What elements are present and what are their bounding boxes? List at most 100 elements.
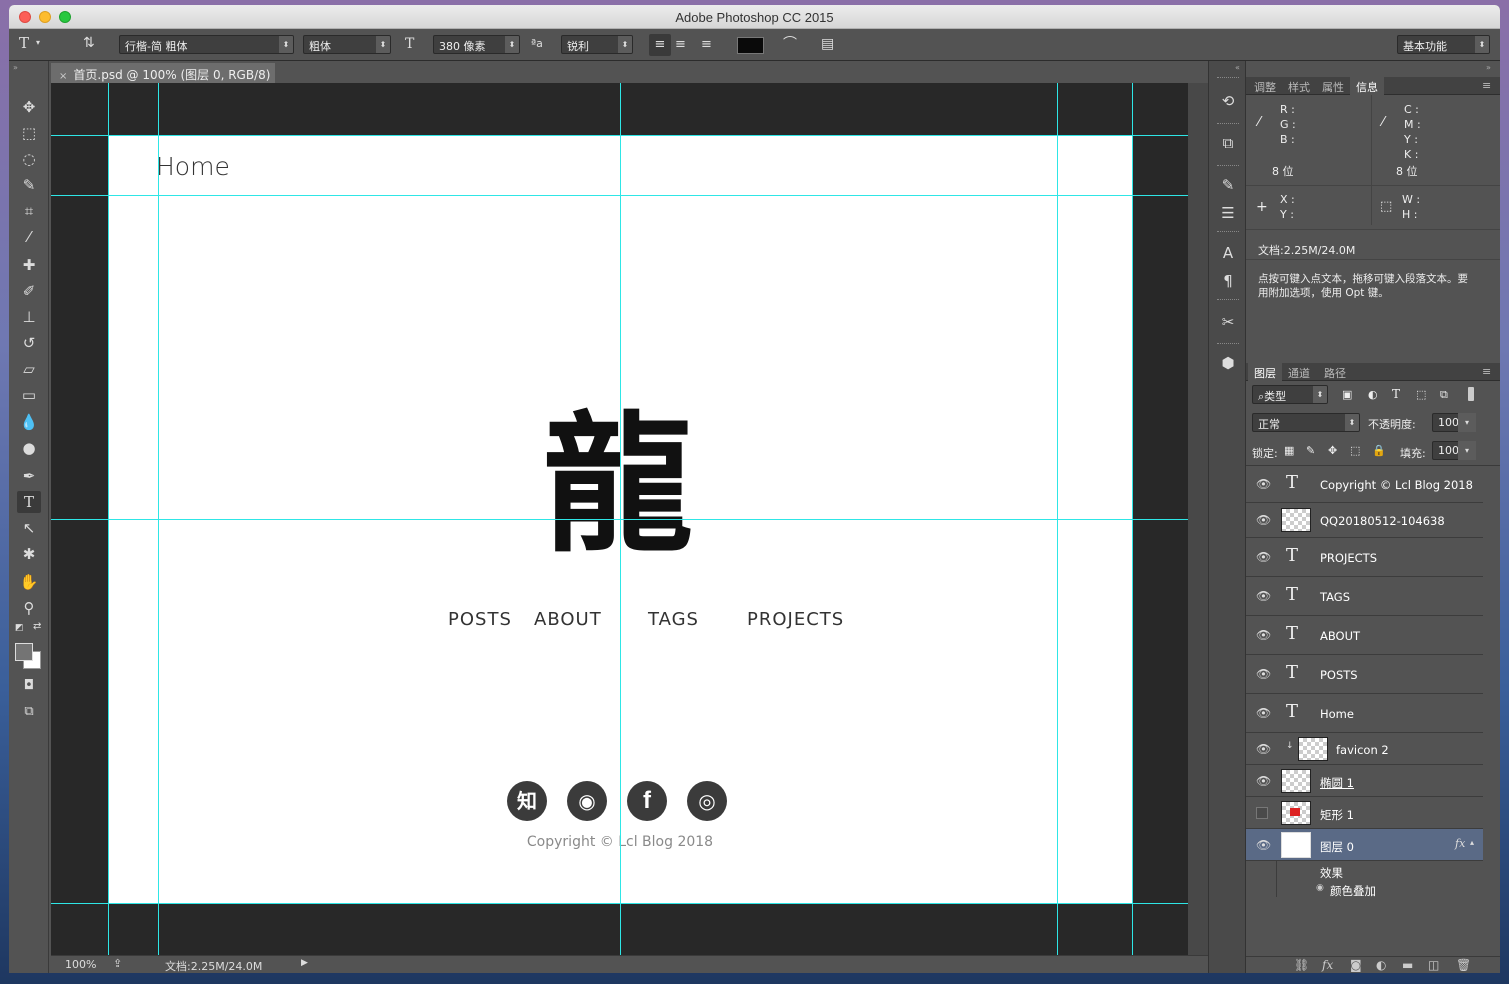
- layer-name[interactable]: 椭圆 1: [1320, 775, 1354, 791]
- eraser-tool-icon[interactable]: ▱: [17, 358, 41, 380]
- document-canvas-area[interactable]: Home 龍 POSTS ABOUT TAGS PROJECTS 知 ◉ f ◎…: [51, 83, 1188, 955]
- effect-color-overlay[interactable]: 颜色叠加: [1330, 883, 1376, 899]
- status-menu-arrow-icon[interactable]: ▶: [301, 958, 308, 968]
- swap-colors-icon[interactable]: ⇄: [33, 621, 41, 632]
- layer-name[interactable]: TAGS: [1320, 590, 1350, 604]
- layer-name[interactable]: QQ20180512-104638: [1320, 514, 1445, 528]
- layer-row[interactable]: 👁 T Copyright © Lcl Blog 2018: [1246, 466, 1483, 503]
- brush-panel-icon[interactable]: ✎: [1215, 173, 1241, 197]
- quick-mask-icon[interactable]: ◘: [17, 675, 41, 697]
- type-tool-icon[interactable]: T: [17, 491, 41, 513]
- panel-grip[interactable]: [1217, 343, 1239, 346]
- vertical-scrollbar[interactable]: [1188, 83, 1208, 955]
- fx-icon[interactable]: fx: [1455, 837, 1465, 850]
- brush-tool-icon[interactable]: ✐: [17, 280, 41, 302]
- clone-stamp-tool-icon[interactable]: ⊥: [17, 306, 41, 328]
- visibility-toggle-off[interactable]: [1256, 807, 1268, 819]
- visibility-eye-icon[interactable]: 👁: [1256, 589, 1271, 603]
- horizontal-guide[interactable]: [51, 519, 1188, 520]
- lock-position-icon[interactable]: ✥: [1328, 444, 1337, 457]
- quick-selection-tool-icon[interactable]: ✎: [17, 174, 41, 196]
- path-selection-tool-icon[interactable]: ↖: [17, 517, 41, 539]
- font-family-select[interactable]: 行楷-简 粗体 ⬍: [119, 35, 294, 54]
- collapse-tools-icon[interactable]: »: [13, 63, 18, 72]
- filter-smart-object-icon[interactable]: ⧉: [1440, 388, 1448, 402]
- lasso-tool-icon[interactable]: ◌: [17, 148, 41, 170]
- layer-row[interactable]: 👁 ↓ favicon 2: [1246, 733, 1483, 765]
- delete-layer-icon[interactable]: 🗑: [1456, 958, 1471, 972]
- visibility-eye-icon[interactable]: 👁: [1256, 667, 1271, 681]
- horizontal-guide[interactable]: [51, 903, 1188, 904]
- layer-name[interactable]: Home: [1320, 707, 1354, 721]
- adjustment-layer-icon[interactable]: ◐: [1376, 958, 1386, 972]
- 3d-icon[interactable]: ⬢: [1215, 351, 1241, 375]
- expand-effects-icon[interactable]: ▴: [1470, 838, 1474, 847]
- tab-layers[interactable]: 图层: [1248, 363, 1282, 381]
- panel-grip[interactable]: [1217, 165, 1239, 168]
- tab-paths[interactable]: 路径: [1318, 363, 1352, 381]
- visibility-eye-icon[interactable]: 👁: [1256, 513, 1271, 527]
- panel-grip[interactable]: [1217, 77, 1239, 80]
- dragon-logo[interactable]: 龍: [538, 405, 698, 565]
- layer-name[interactable]: ABOUT: [1320, 629, 1360, 643]
- layer-row[interactable]: 👁 T Home: [1246, 694, 1483, 733]
- layer-name[interactable]: 图层 0: [1320, 839, 1354, 855]
- effect-eye-icon[interactable]: ◉: [1316, 883, 1324, 893]
- paragraph-icon[interactable]: ¶: [1215, 269, 1241, 293]
- foreground-color-swatch[interactable]: [15, 643, 33, 661]
- layer-row[interactable]: 👁 T TAGS: [1246, 577, 1483, 616]
- zoom-tool-icon[interactable]: ⚲: [17, 597, 41, 619]
- visibility-eye-icon[interactable]: 👁: [1256, 628, 1271, 642]
- layer-row-selected[interactable]: 👁 图层 0 fx ▴: [1246, 829, 1483, 861]
- nav-posts[interactable]: POSTS: [448, 609, 512, 630]
- layer-row[interactable]: 👁 T POSTS: [1246, 655, 1483, 694]
- marquee-tool-icon[interactable]: ⬚: [17, 122, 41, 144]
- nav-projects[interactable]: PROJECTS: [747, 609, 844, 630]
- visibility-eye-icon[interactable]: 👁: [1256, 838, 1271, 852]
- horizontal-guide[interactable]: [51, 135, 1188, 136]
- layer-row[interactable]: 👁 QQ20180512-104638: [1246, 503, 1483, 538]
- filter-type-icon[interactable]: T: [1392, 387, 1400, 401]
- default-colors-icon[interactable]: ◩: [15, 623, 24, 633]
- add-mask-icon[interactable]: ◙: [1350, 958, 1362, 972]
- facebook-icon[interactable]: f: [627, 781, 667, 821]
- panel-menu-icon[interactable]: ≡: [1482, 365, 1491, 378]
- panel-menu-icon[interactable]: ≡: [1482, 79, 1491, 92]
- align-right-icon[interactable]: ≡: [701, 38, 712, 51]
- pen-tool-icon[interactable]: ✒: [17, 465, 41, 487]
- dodge-tool-icon[interactable]: ●: [17, 437, 41, 459]
- horizontal-guide[interactable]: [51, 195, 1188, 196]
- layer-name[interactable]: 矩形 1: [1320, 807, 1354, 823]
- zhihu-icon[interactable]: 知: [507, 781, 547, 821]
- tab-channels[interactable]: 通道: [1282, 363, 1316, 381]
- history-icon[interactable]: ⟲: [1215, 89, 1241, 113]
- character-icon[interactable]: A: [1215, 241, 1241, 265]
- panel-grip[interactable]: [1217, 123, 1239, 126]
- panel-grip[interactable]: [1217, 299, 1239, 302]
- text-color-swatch[interactable]: [737, 37, 764, 54]
- tab-styles[interactable]: 样式: [1282, 77, 1316, 95]
- warp-text-icon[interactable]: ⌒: [783, 37, 797, 51]
- layer-name[interactable]: PROJECTS: [1320, 551, 1377, 565]
- collapse-panels-icon[interactable]: »: [1486, 63, 1491, 72]
- layer-row[interactable]: 矩形 1: [1246, 797, 1483, 829]
- lock-pixels-icon[interactable]: ✎: [1306, 444, 1315, 457]
- layer-filter-select[interactable]: ⌕类型 ⬍: [1252, 385, 1328, 404]
- filter-toggle[interactable]: [1468, 387, 1474, 401]
- eyedropper-tool-icon[interactable]: ⁄: [17, 226, 41, 248]
- toggle-text-orientation-icon[interactable]: ⇅: [83, 36, 95, 50]
- history-brush-tool-icon[interactable]: ↺: [17, 332, 41, 354]
- layer-row[interactable]: 👁 T PROJECTS: [1246, 538, 1483, 577]
- blur-tool-icon[interactable]: 💧: [17, 411, 41, 433]
- add-style-icon[interactable]: fx: [1322, 958, 1333, 972]
- close-tab-icon[interactable]: ×: [59, 71, 67, 82]
- healing-brush-tool-icon[interactable]: ✚: [17, 254, 41, 276]
- github-icon[interactable]: ◎: [687, 781, 727, 821]
- align-center-icon[interactable]: ≡: [675, 38, 686, 51]
- visibility-eye-icon[interactable]: 👁: [1256, 706, 1271, 720]
- clone-source-icon[interactable]: ⧉: [1215, 131, 1241, 155]
- panel-grip[interactable]: [1217, 231, 1239, 234]
- filter-pixel-icon[interactable]: ▣: [1342, 388, 1352, 401]
- visibility-eye-icon[interactable]: 👁: [1256, 477, 1271, 491]
- layer-name[interactable]: Copyright © Lcl Blog 2018: [1320, 478, 1473, 492]
